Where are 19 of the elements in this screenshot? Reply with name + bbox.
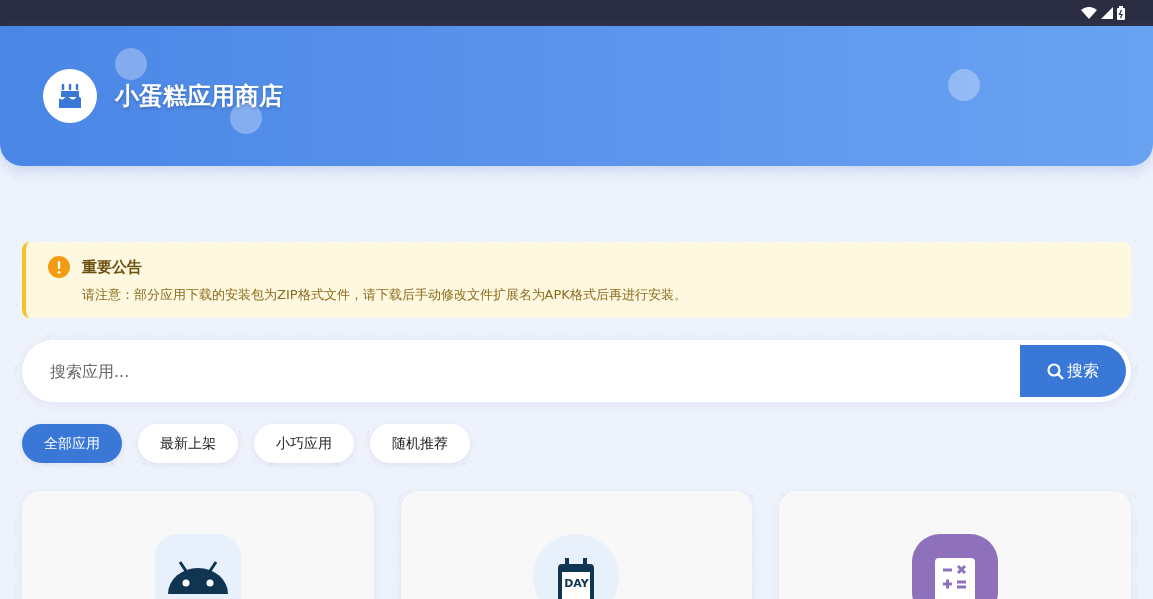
filter-tab[interactable]: 全部应用	[22, 424, 122, 463]
calculator-icon	[935, 558, 976, 599]
wifi-icon	[1081, 7, 1097, 19]
search-button[interactable]: 搜索	[1020, 345, 1126, 397]
warning-icon	[48, 256, 70, 278]
cake-icon	[56, 82, 84, 110]
search-field[interactable]: 搜索应用... 搜索	[22, 340, 1131, 402]
notice-title: 重要公告	[82, 257, 142, 277]
app-title: 小蛋糕应用商店	[115, 81, 283, 112]
filter-tab[interactable]: 最新上架	[138, 424, 238, 463]
bubble-decoration	[948, 69, 980, 101]
app-card[interactable]: DAY	[400, 491, 753, 599]
search-icon	[1047, 362, 1064, 380]
filter-tab[interactable]: 小巧应用	[254, 424, 354, 463]
filter-tab[interactable]: 随机推荐	[370, 424, 470, 463]
notice-text: 请注意：部分应用下载的安装包为ZIP格式文件，请下载后手动修改文件扩展名为APK格式后再进行安装。	[82, 286, 688, 304]
battery-icon	[1117, 6, 1125, 20]
signal-icon	[1101, 7, 1113, 19]
bubble-decoration	[115, 48, 147, 80]
